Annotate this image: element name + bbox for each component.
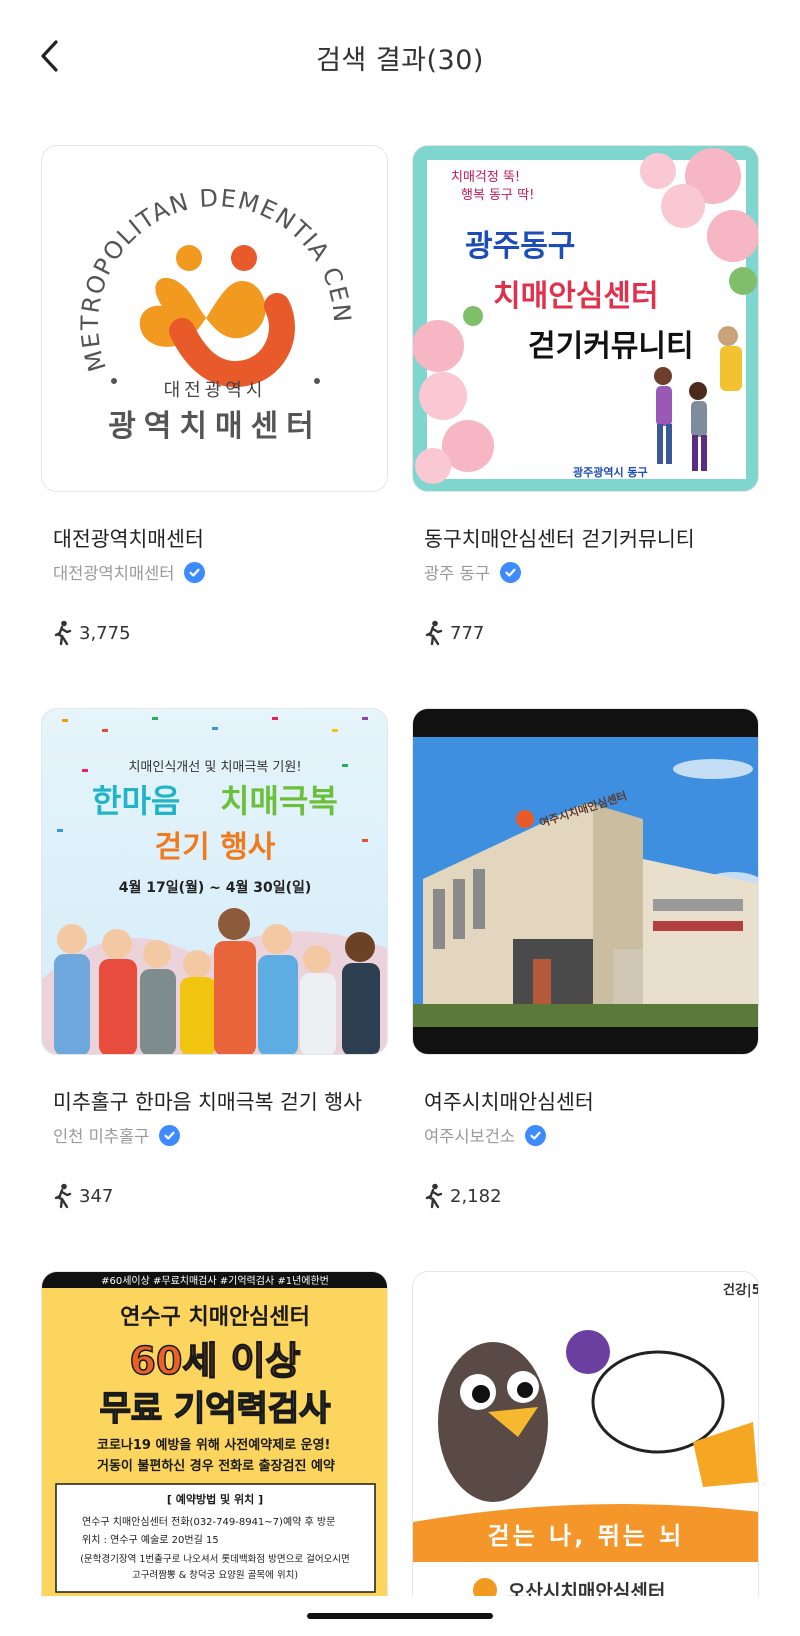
card-thumbnail: 건강|5 걷는 나, 뛰는 뇌 오산시치매안심센터 bbox=[412, 1271, 759, 1611]
check-badge-icon bbox=[184, 561, 206, 583]
card-title: 여주시치매안심센터 bbox=[424, 1090, 594, 1114]
result-card[interactable]: 여주시치매안심센터 여주시치매안심센터 여주시보건소 2,182 bbox=[412, 708, 759, 1271]
card-organization: 인천 미추홀구 bbox=[53, 1123, 388, 1147]
step-count-value: 2,182 bbox=[450, 1185, 502, 1207]
crowd-illustration bbox=[54, 908, 380, 1054]
poster-heading-2: 60세 이상 bbox=[130, 1339, 301, 1383]
result-card[interactable]: 치매걱정 뚝! 행복 동구 딱! 광주동구 치매안심센터 걷기커뮤니티 광주광역… bbox=[412, 145, 759, 708]
result-card[interactable]: 건강|5 걷는 나, 뛰는 뇌 오산시치매안심센터 bbox=[412, 1271, 759, 1611]
card-organization: 대전광역치매센터 bbox=[53, 560, 388, 584]
result-card[interactable]: 치매인식개선 및 치매극복 기원! 한마음 치매극복 걷기 행사 4월 17일(… bbox=[41, 708, 388, 1271]
card-thumbnail: #60세이상 #무료치매검사 #기억력검사 #1년에한번 연수구 치매안심센터 … bbox=[41, 1271, 388, 1611]
organization-name: 인천 미추홀구 bbox=[53, 1127, 150, 1146]
card-title: 동구치매안심센터 걷기커뮤니티 bbox=[424, 527, 695, 551]
poster-headline-a: 한마음 bbox=[92, 782, 180, 820]
card-title: 대전광역치매센터 bbox=[53, 527, 204, 551]
info-box-line-1: 연수구 치매안심센터 전화(032-749-8941~7)예약 후 방문 bbox=[82, 1516, 335, 1528]
organization-name: 대전광역치매센터 bbox=[53, 564, 175, 583]
logo-city-text: 대전광역시 bbox=[164, 380, 267, 401]
poster-dates: 4월 17일(월) ~ 4월 30일(일) bbox=[119, 879, 312, 896]
result-card[interactable]: METROPOLITAN DEMENTIA CENTER 대전광역시 광역치매센… bbox=[41, 145, 388, 708]
info-box-title: [ 예약방법 및 위치 ] bbox=[167, 1492, 263, 1506]
step-count: 347 bbox=[53, 1183, 388, 1209]
home-indicator[interactable] bbox=[307, 1613, 493, 1619]
poster-line-1: 광주동구 bbox=[465, 229, 575, 264]
poster-heading-1: 연수구 치매안심센터 bbox=[120, 1305, 310, 1330]
card-organization: 여주시보건소 bbox=[424, 1123, 759, 1147]
step-count: 2,182 bbox=[424, 1183, 759, 1209]
step-count-value: 3,775 bbox=[79, 622, 131, 644]
poster-line-3: 걷기커뮤니티 bbox=[528, 329, 694, 364]
poster-headline-b: 치매극복 bbox=[220, 782, 338, 820]
result-card[interactable]: #60세이상 #무료치매검사 #기억력검사 #1년에한번 연수구 치매안심센터 … bbox=[41, 1271, 388, 1611]
poster-tags: #60세이상 #무료치매검사 #기억력검사 #1년에한번 bbox=[101, 1275, 329, 1287]
step-count-value: 777 bbox=[450, 622, 485, 644]
poster-headline-2: 걷기 행사 bbox=[155, 830, 276, 865]
poster-bullet-1: 코로나19 예방을 위해 사전예약제로 운영! bbox=[97, 1437, 330, 1453]
logo-name-text: 광역치매센터 bbox=[108, 409, 322, 444]
poster-subtitle: 치매인식개선 및 치매극복 기원! bbox=[128, 760, 301, 775]
poster-line-2: 치매안심센터 bbox=[493, 279, 659, 314]
flower-character-illustration bbox=[566, 1330, 758, 1487]
card-title: 미추홀구 한마음 치매극복 걷기 행사 bbox=[53, 1090, 362, 1114]
bird-mascot-illustration bbox=[438, 1342, 548, 1502]
step-count-value: 347 bbox=[79, 1185, 114, 1207]
check-badge-icon bbox=[159, 1124, 181, 1146]
poster-heading-3: 무료 기억력검사 bbox=[100, 1389, 331, 1429]
poster-footer: 광주광역시 동구 bbox=[573, 465, 648, 479]
info-box-line-2: 위치 : 연수구 예술로 20번길 15 bbox=[82, 1533, 219, 1546]
walking-person-icon bbox=[54, 1183, 72, 1209]
walking-person-icon bbox=[425, 620, 443, 646]
slogan-line-1: 치매걱정 뚝! bbox=[451, 170, 520, 185]
organization-name: 광주 동구 bbox=[424, 564, 490, 583]
info-box-line-4: 고구려짬뽕 & 창덕궁 요양원 골목에 위치) bbox=[132, 1569, 298, 1581]
card-thumbnail: 여주시치매안심센터 bbox=[412, 708, 759, 1055]
card-thumbnail: 치매인식개선 및 치매극복 기원! 한마음 치매극복 걷기 행사 4월 17일(… bbox=[41, 708, 388, 1055]
organization-name: 여주시보건소 bbox=[424, 1127, 516, 1146]
corner-label: 건강|5 bbox=[723, 1282, 759, 1298]
card-organization: 광주 동구 bbox=[424, 560, 759, 584]
banner-text: 걷는 나, 뛰는 뇌 bbox=[488, 1522, 685, 1550]
card-thumbnail: METROPOLITAN DEMENTIA CENTER 대전광역시 광역치매센… bbox=[41, 145, 388, 492]
confetti-decoration bbox=[57, 717, 368, 842]
center-logo-mark bbox=[139, 245, 295, 387]
walking-person-icon bbox=[425, 1183, 443, 1209]
card-thumbnail: 치매걱정 뚝! 행복 동구 딱! 광주동구 치매안심센터 걷기커뮤니티 광주광역… bbox=[412, 145, 759, 492]
result-grid: METROPOLITAN DEMENTIA CENTER 대전광역시 광역치매센… bbox=[41, 145, 759, 1611]
poster-bullet-2: 거동이 불편하신 경우 전화로 출장검진 예약 bbox=[97, 1458, 335, 1474]
walking-person-icon bbox=[54, 620, 72, 646]
check-badge-icon bbox=[525, 1124, 547, 1146]
top-bar: 검색 결과(30) bbox=[0, 0, 800, 115]
slogan-line-2: 행복 동구 딱! bbox=[461, 187, 534, 203]
step-count: 3,775 bbox=[53, 620, 388, 646]
info-box-line-3: (문학경기장역 1번출구로 나오셔서 롯데백화점 방면으로 걸어오시면 bbox=[80, 1553, 350, 1565]
check-badge-icon bbox=[499, 561, 521, 583]
page-title: 검색 결과(30) bbox=[316, 45, 484, 76]
step-count: 777 bbox=[424, 620, 759, 646]
